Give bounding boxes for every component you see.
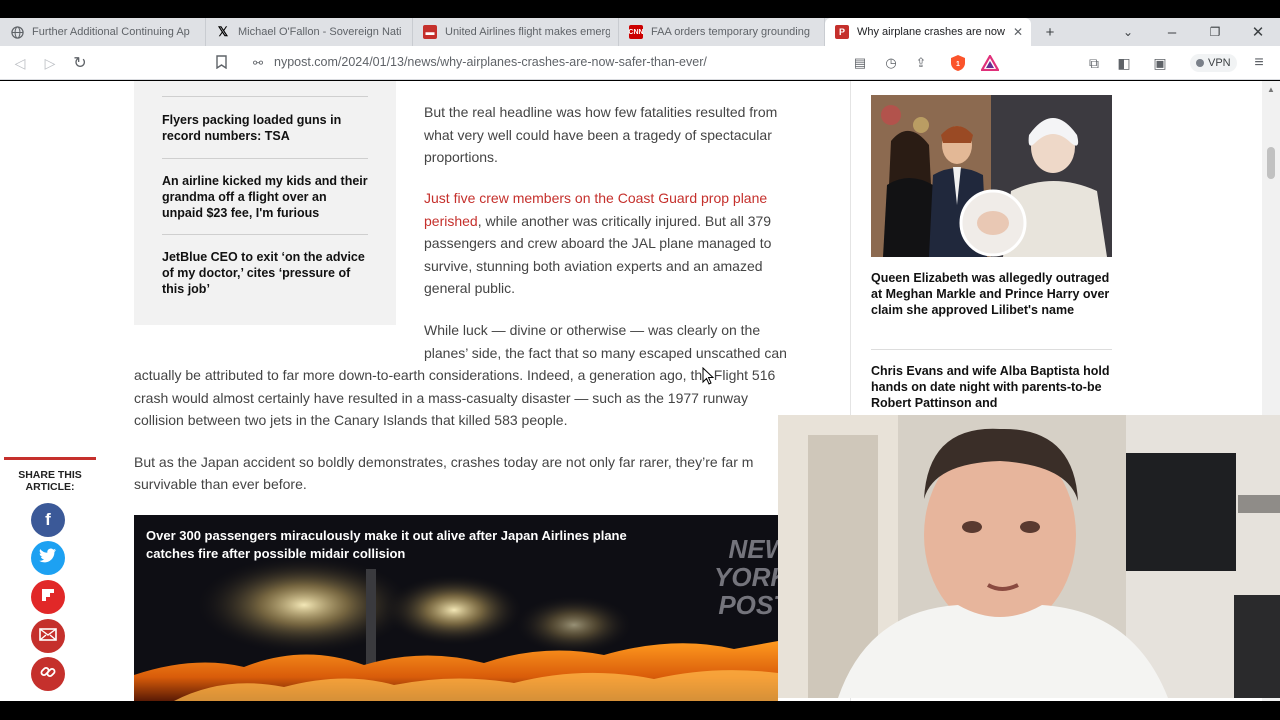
article-paragraph: Just five crew members on the Coast Guar… [424,187,804,300]
url-text: nypost.com/2024/01/13/news/why-airplanes… [274,55,707,69]
reload-button[interactable]: ↻ [70,53,90,73]
envelope-icon [39,626,57,646]
svg-text:1: 1 [956,61,960,68]
arrow-left-icon: ◁ [14,54,26,71]
share-label-line: SHARE THIS [18,469,82,481]
related-link[interactable]: Flyers packing loaded guns in record num… [162,112,368,144]
chevron-down-icon: ⌄ [1122,25,1134,39]
vpn-status-icon [1196,59,1204,67]
tab-title: Further Additional Continuing Ap [32,26,190,38]
nypost-watermark-logo: NEW YORK POST [714,535,778,619]
plus-icon: + [1045,23,1055,41]
reload-icon: ↻ [73,55,87,72]
related-link[interactable]: JetBlue CEO to exit ‘on the advice of my… [162,249,368,297]
tab-strip: Further Additional Continuing Ap 𝕏 Micha… [0,18,1280,46]
nypost-icon: P [835,25,849,39]
share-page-icon[interactable]: ⇪ [911,53,931,73]
brave-rewards-icon[interactable] [980,53,1000,73]
video-title: Over 300 passengers miraculously make it… [146,528,627,561]
brave-shield-icon[interactable]: 1 [948,53,968,73]
scrollbar-thumb[interactable] [1267,147,1275,179]
forward-button[interactable]: ▷ [40,53,60,73]
arrow-right-icon: ▷ [44,54,56,71]
related-link[interactable]: An airline kicked my kids and their gran… [162,173,368,221]
share-label-line: ARTICLE: [25,481,75,493]
link-icon [39,663,57,686]
tab-title: FAA orders temporary grounding [651,26,810,38]
globe-icon [10,25,24,39]
tab-further-additional[interactable]: Further Additional Continuing Ap [0,18,206,46]
close-icon[interactable]: ✕ [1013,25,1023,39]
video-player[interactable]: Over 300 passengers miraculously make it… [134,515,778,701]
sidebar-story-link[interactable]: Chris Evans and wife Alba Baptista hold … [871,363,1112,411]
divider [871,349,1112,350]
article-paragraph-line: But as the Japan accident so boldly demo… [134,454,754,470]
close-icon: ✕ [1251,24,1265,41]
tab-title: United Airlines flight makes emerg [445,26,610,38]
restore-icon: ❐ [1209,25,1221,39]
speed-dial-icon[interactable]: ◷ [881,53,901,73]
related-articles-box: Flyers packing loaded guns in record num… [134,81,396,325]
logo-line: NEW [728,534,778,564]
article-paragraph: But the real headline was how few fatali… [424,104,778,165]
minimize-button[interactable]: – [1158,18,1186,46]
webcam-video-feed [778,415,1280,698]
new-tab-button[interactable]: + [1036,18,1064,46]
tab-title: Why airplane crashes are now [857,26,1005,38]
tab-faa-grounding[interactable]: CNN FAA orders temporary grounding [619,18,825,46]
reader-mode-icon[interactable]: ▤ [850,53,870,73]
flipboard-icon [40,587,56,608]
article-paragraph-line: planes’ side, the fact that so many esca… [424,345,787,361]
share-label: SHARE THIS ARTICLE: [4,469,96,493]
sidebar-toggle-icon[interactable]: ◧ [1114,53,1134,73]
bookmark-button[interactable] [211,53,231,73]
logo-line: POST [718,590,778,620]
share-accent-bar [4,457,96,460]
menu-button[interactable]: ≡ [1249,53,1269,73]
royal-family-photo [871,95,1112,257]
twitter-bird-icon [39,548,57,568]
article-paragraph-line: While luck — divine or otherwise — was c… [424,322,761,338]
restore-button[interactable]: ❐ [1201,18,1229,46]
tab-search-button[interactable]: ⌄ [1114,18,1142,46]
article-paragraph-line: crash would almost certainly have result… [134,390,748,406]
scroll-up-icon[interactable]: ▲ [1267,85,1275,94]
tab-united-airlines[interactable]: ▬ United Airlines flight makes emerg [413,18,619,46]
cnn-icon: CNN [628,25,644,39]
tab-why-airplane-crashes[interactable]: P Why airplane crashes are now ✕ [825,18,1031,46]
webcam-overlay [778,415,1280,698]
divider [162,96,368,97]
article-paragraph-line: collision between two jets in the Canary… [134,412,568,428]
vpn-label: VPN [1208,57,1231,69]
back-button[interactable]: ◁ [10,53,30,73]
extensions-icon[interactable]: ⧉ [1084,53,1104,73]
sidebar-story-link[interactable]: Queen Elizabeth was allegedly outraged a… [871,270,1112,318]
tab-michael-ofallon[interactable]: 𝕏 Michael O'Fallon - Sovereign Nati [206,18,413,46]
twitter-share-button[interactable] [31,541,65,575]
story-thumbnail-image[interactable] [871,95,1112,257]
minimize-icon: – [1167,23,1177,41]
email-share-button[interactable] [31,619,65,653]
logo-line: YORK [714,562,778,592]
divider [162,234,368,235]
site-info-icon[interactable]: ⚯ [248,53,268,73]
close-window-button[interactable]: ✕ [1244,18,1272,46]
wallet-icon[interactable]: ▣ [1150,53,1170,73]
screen: Further Additional Continuing Ap 𝕏 Micha… [0,0,1280,720]
mouse-cursor-icon [702,367,714,385]
copy-link-share-button[interactable] [31,657,65,691]
facebook-icon: f [45,510,51,529]
article-paragraph-line: actually be attributed to far more down-… [134,367,776,383]
browser-toolbar: ◁ ▷ ↻ ⚯ nypost.com/2024/01/13/news/why-a… [0,46,1280,80]
news-icon: ▬ [423,25,437,39]
vpn-button[interactable]: VPN [1190,54,1237,72]
x-logo-icon: 𝕏 [217,24,229,39]
facebook-share-button[interactable]: f [31,503,65,537]
bookmark-icon [215,54,227,72]
article-paragraph-line: survivable than ever before. [134,476,307,492]
flipboard-share-button[interactable] [31,580,65,614]
divider [162,158,368,159]
tab-title: Michael O'Fallon - Sovereign Nati [238,26,402,38]
hamburger-icon: ≡ [1254,54,1264,71]
